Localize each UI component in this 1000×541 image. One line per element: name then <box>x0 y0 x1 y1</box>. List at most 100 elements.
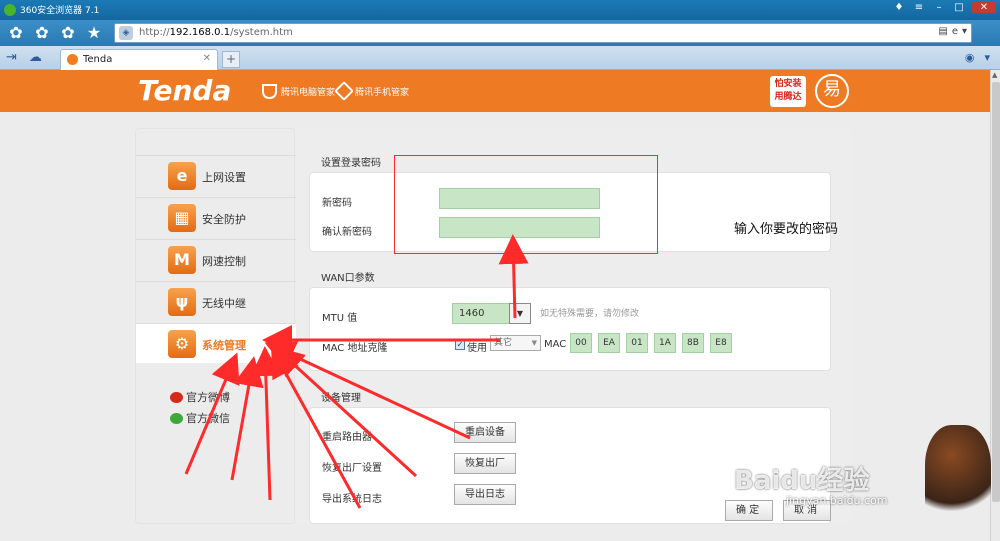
sidebar-item-label: 无线中继 <box>202 297 246 310</box>
badge-line1: 怕安装 <box>774 79 802 89</box>
browser-titlebar: 360安全浏览器 7.1 ♦ ≡ – □ ✕ <box>0 0 1000 20</box>
use-label: 使用 <box>467 343 487 354</box>
url-path: /system.htm <box>230 27 293 38</box>
mtu-dropdown-button[interactable]: ▼ <box>509 303 531 324</box>
mac-text-label: MAC <box>544 339 567 350</box>
sidebar-item-repeater[interactable]: ψ 无线中继 <box>136 281 296 321</box>
wechat-label: 官方微信 <box>186 412 230 425</box>
mac-mode-value: 其它 <box>494 338 513 348</box>
dropdown-icon[interactable]: ▾ <box>962 26 967 37</box>
shield-status-icon[interactable]: ◉ <box>965 51 975 64</box>
address-icons: ▤ e ▾ <box>938 26 967 37</box>
weibo-label: 官方微博 <box>186 391 230 404</box>
wechat-link[interactable]: 官方微信 <box>170 410 230 426</box>
footer-bar: 确 定 取 消 <box>297 496 851 524</box>
weibo-link[interactable]: 官方微博 <box>170 389 230 405</box>
tencent-phone-icon <box>334 81 354 101</box>
mac-octet-3[interactable]: 01 <box>626 333 648 353</box>
sidebar-toggle-icon[interactable]: ⇥ <box>6 50 17 65</box>
paw-icon[interactable]: ✿ <box>6 23 26 43</box>
internet-icon: e <box>168 162 196 190</box>
mac-octet-1[interactable]: 00 <box>570 333 592 353</box>
scroll-up-icon[interactable]: ▲ <box>992 71 997 79</box>
url-host: 192.168.0.1 <box>169 27 231 38</box>
browser-logo-icon <box>4 4 16 16</box>
skin-icon[interactable]: ♦ <box>892 2 906 13</box>
ok-button[interactable]: 确 定 <box>725 500 773 521</box>
security-shield-icon[interactable]: ◈ <box>119 26 133 40</box>
annotation-text: 输入你要改的密码 <box>734 222 839 237</box>
sidebar-item-system[interactable]: ⚙ 系统管理 <box>136 323 296 363</box>
vertical-scrollbar[interactable]: ▲ <box>990 70 1000 541</box>
tenda-logo: Tenda <box>138 74 232 107</box>
sidebar-item-internet[interactable]: e 上网设置 <box>136 155 296 195</box>
new-tab-button[interactable]: + <box>222 51 240 68</box>
new-password-label: 新密码 <box>322 198 352 209</box>
tab-bar-icons: ⇥ ☁ <box>6 50 42 65</box>
wan-card: MTU 值 1460 ▼ 如无特殊需要，请勿修改 MAC 地址克隆 ✓ 使用 其… <box>309 287 831 371</box>
close-button[interactable]: ✕ <box>972 2 996 13</box>
url-prefix: http:// <box>139 27 170 38</box>
tencent-shield-icon <box>262 84 277 99</box>
maximize-button[interactable]: □ <box>952 2 966 13</box>
confirm-password-label: 确认新密码 <box>322 227 372 238</box>
mac-octet-2[interactable]: EA <box>598 333 620 353</box>
tab-menu-icon[interactable]: ▾ <box>984 51 990 64</box>
scrollbar-thumb[interactable] <box>992 82 1000 502</box>
badge-line2: 用腾达 <box>774 92 802 102</box>
speed-icon: M <box>168 246 196 274</box>
mac-octet-4[interactable]: 1A <box>654 333 676 353</box>
mtu-label: MTU 值 <box>322 313 358 324</box>
mac-octet-5[interactable]: 8B <box>682 333 704 353</box>
baidu-watermark-url: jingyan.baidu.com <box>786 494 888 507</box>
device-section-title: 设备管理 <box>321 393 361 404</box>
tab-close-icon[interactable]: ✕ <box>203 53 211 64</box>
factory-reset-button[interactable]: 恢复出厂 <box>454 453 516 474</box>
window-controls: ♦ ≡ – □ ✕ <box>892 2 996 13</box>
tenda-header: Tenda 腾讯电脑管家 腾讯手机管家 怕安装 用腾达 易 <box>0 70 990 112</box>
tab-bar: ⇥ ☁ Tenda ✕ + ◉ ▾ <box>0 46 1000 70</box>
partner-phone-manager: 腾讯手机管家 <box>334 81 409 101</box>
reboot-label: 重启路由器 <box>322 432 372 443</box>
security-icon: ▦ <box>168 204 196 232</box>
mtu-input[interactable]: 1460 <box>452 303 510 324</box>
wechat-icon <box>170 412 183 424</box>
minimize-button[interactable]: – <box>932 2 946 13</box>
browser-navbar: ✿ ✿ ✿ ★ ◈ http://192.168.0.1/system.htm … <box>0 20 1000 59</box>
use-mac-checkbox[interactable]: ✓ <box>455 340 465 350</box>
wan-section-title: WAN口参数 <box>321 273 375 284</box>
partner1-label: 腾讯电脑管家 <box>281 88 336 98</box>
paw-icon-2[interactable]: ✿ <box>32 23 52 43</box>
mac-mode-select[interactable]: 其它 ▼ <box>490 335 541 351</box>
factory-reset-label: 恢复出厂设置 <box>322 463 382 474</box>
sidebar: e 上网设置 ▦ 安全防护 M 网速控制 ψ 无线中继 ⚙ 系统管理 <box>135 128 296 524</box>
sidebar-item-security[interactable]: ▦ 安全防护 <box>136 197 296 237</box>
paw-icon-3[interactable]: ✿ <box>58 23 78 43</box>
annotation-highlight-box <box>394 155 658 254</box>
address-bar[interactable]: ◈ http://192.168.0.1/system.htm ▤ e ▾ <box>114 23 972 43</box>
ie-icon[interactable]: e <box>952 26 958 37</box>
tab-bar-right-icons: ◉ ▾ <box>965 51 990 64</box>
tab-label: Tenda <box>83 54 113 65</box>
tab-tenda[interactable]: Tenda ✕ <box>60 49 218 70</box>
partner-pc-manager: 腾讯电脑管家 <box>262 84 335 99</box>
star-icon[interactable]: ★ <box>84 23 104 43</box>
chevron-down-icon: ▼ <box>531 339 537 347</box>
mac-clone-label: MAC 地址克隆 <box>322 343 388 354</box>
browser-title: 360安全浏览器 7.1 <box>20 6 100 16</box>
sidebar-item-label: 上网设置 <box>202 171 246 184</box>
easy-logo-icon: 易 <box>815 74 849 108</box>
menu-icon[interactable]: ≡ <box>912 2 926 13</box>
sidebar-item-label: 安全防护 <box>202 213 246 226</box>
cloud-icon[interactable]: ☁ <box>29 50 42 65</box>
sidebar-item-label: 网速控制 <box>202 255 246 268</box>
nav-icons: ✿ ✿ ✿ ★ <box>6 23 104 43</box>
url-text[interactable]: http://192.168.0.1/system.htm <box>139 27 293 38</box>
reboot-button[interactable]: 重启设备 <box>454 422 516 443</box>
mac-octet-6[interactable]: E8 <box>710 333 732 353</box>
weibo-icon <box>170 391 183 403</box>
sidebar-item-speed[interactable]: M 网速控制 <box>136 239 296 279</box>
password-section-title: 设置登录密码 <box>321 158 381 169</box>
gear-icon: ⚙ <box>168 330 196 358</box>
compat-icon[interactable]: ▤ <box>938 26 947 37</box>
